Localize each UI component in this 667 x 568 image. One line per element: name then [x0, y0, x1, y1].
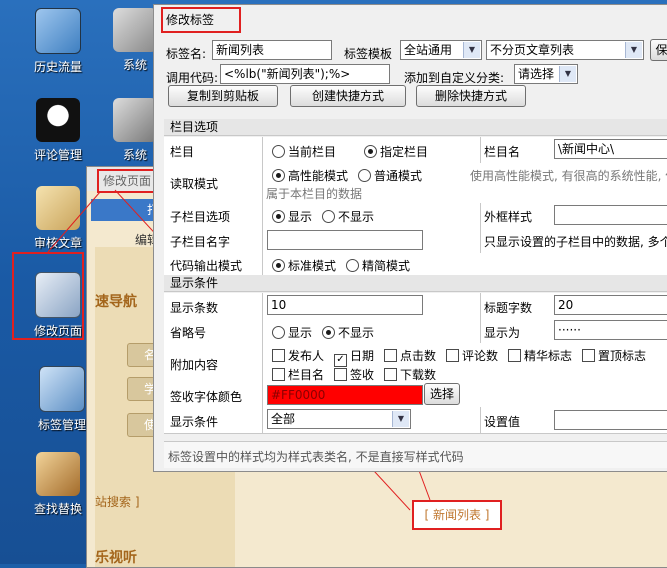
radio-sub-hide[interactable]: 不显示	[322, 208, 374, 225]
read-mode-note-2: 属于本栏目的数据	[266, 187, 363, 201]
copy-clipboard-button[interactable]: 复制到剪贴板	[168, 85, 278, 107]
outer-style-input[interactable]	[554, 205, 667, 225]
chevron-down-icon: ▼	[463, 42, 480, 58]
radio-ellipsis-hide[interactable]: 不显示	[322, 324, 374, 341]
footer-note: 标签设置中的样式均为样式表类名, 不是直接写样式代码	[168, 450, 464, 464]
chevron-down-icon: ▼	[625, 42, 642, 58]
title-chars-input[interactable]: 20	[554, 295, 667, 315]
section-column-options: 栏目选项	[164, 119, 667, 136]
count-label: 显示条数	[170, 301, 219, 315]
output-mode-label: 代码输出模式	[170, 259, 243, 273]
show-as-input[interactable]: ······	[554, 320, 667, 340]
display-condition-select[interactable]: 全部 ▼	[267, 409, 411, 429]
custom-category-select[interactable]: 请选择 ▼	[514, 64, 578, 84]
check-publisher[interactable]: 发布人	[272, 347, 324, 364]
ellipsis-label: 省略号	[170, 326, 207, 340]
callout-line-icon	[47, 191, 101, 253]
sub-column-note: 只显示设置的子栏目中的数据, 多个	[484, 235, 667, 249]
template-label: 标签模板	[344, 47, 393, 61]
column-name-label: 栏目名	[484, 145, 521, 159]
chevron-down-icon: ▼	[559, 66, 576, 82]
create-shortcut-button[interactable]: 创建快捷方式	[290, 85, 406, 107]
grid-divider	[480, 203, 481, 253]
check-date[interactable]: ✓ 日期	[334, 347, 374, 367]
radio-standard-mode[interactable]: 标准模式	[272, 257, 336, 274]
outer-style-label: 外框样式	[484, 210, 533, 224]
template-select[interactable]: 全站通用 ▼	[400, 40, 482, 60]
read-mode-label: 读取模式	[170, 177, 219, 191]
display-condition-label: 显示条件	[170, 415, 219, 429]
radio-normal-mode[interactable]: 普通模式	[358, 167, 422, 184]
callout-tag-label: [ 新闻列表 ]	[412, 500, 502, 530]
show-as-label: 显示为	[484, 326, 521, 340]
tag-name-input[interactable]: 新闻列表	[212, 40, 332, 60]
sub-column-name-label: 子栏目名字	[170, 235, 231, 249]
grid-divider	[262, 137, 263, 275]
title-chars-label: 标题字数	[484, 301, 533, 315]
grid-divider	[480, 137, 481, 163]
sign-color-label: 签收字体颜色	[170, 390, 243, 404]
check-top[interactable]: 置顶标志	[582, 347, 646, 364]
section-display-conditions: 显示条件	[164, 275, 667, 292]
grid-divider	[262, 293, 263, 433]
chevron-down-icon: ▼	[392, 411, 409, 427]
radio-ellipsis-show[interactable]: 显示	[272, 324, 312, 341]
sub-column-name-input[interactable]	[267, 230, 423, 250]
column-label: 栏目	[170, 145, 195, 159]
call-code-input[interactable]: <%lb("新闻列表");%>	[220, 64, 390, 84]
radio-high-performance[interactable]: 高性能模式	[272, 167, 348, 184]
check-column-name[interactable]: 栏目名	[272, 366, 324, 383]
desktop: 历史流量 系统 评论管理 系统 审核文章 修改页面 标签管理 查找替换 修改页面…	[0, 0, 667, 568]
radio-sub-show[interactable]: 显示	[272, 208, 312, 225]
tag-name-label: 标签名:	[166, 47, 207, 61]
read-mode-note: 使用高性能模式, 有很高的系统性能, 但	[470, 169, 667, 183]
footer-bar: 标签设置中的样式均为样式表类名, 不是直接写样式代码	[164, 441, 667, 468]
radio-specified-column[interactable]: 指定栏目	[364, 143, 428, 160]
radio-current-column[interactable]: 当前栏目	[272, 143, 336, 160]
save-button[interactable]: 保	[650, 39, 667, 61]
set-value-label: 设置值	[484, 415, 521, 429]
highlight-dialog-title	[161, 7, 241, 33]
column-name-input[interactable]: \新闻中心\	[554, 139, 667, 159]
sub-column-label: 子栏目选项	[170, 210, 231, 224]
custom-category-label: 添加到自定义分类:	[404, 71, 505, 85]
check-sign[interactable]: 签收	[334, 366, 374, 383]
grid-divider	[480, 407, 481, 433]
template2-select[interactable]: 不分页文章列表 ▼	[486, 40, 644, 60]
call-code-label: 调用代码:	[166, 71, 219, 85]
radio-simple-mode[interactable]: 精简模式	[346, 257, 410, 274]
grid-divider	[480, 293, 481, 343]
delete-shortcut-button[interactable]: 删除快捷方式	[416, 85, 526, 107]
set-value-input[interactable]	[554, 410, 667, 430]
sign-color-input[interactable]: #FF0000	[267, 385, 423, 405]
check-downloads[interactable]: 下载数	[384, 366, 436, 383]
choose-color-button[interactable]: 选择	[424, 383, 460, 405]
check-featured[interactable]: 精华标志	[508, 347, 572, 364]
check-clicks[interactable]: 点击数	[384, 347, 436, 364]
edit-tag-dialog: 修改标签 标签名: 新闻列表 标签模板 全站通用 ▼ 不分页文章列表 ▼ 保 调用代…	[153, 4, 667, 472]
check-comments[interactable]: 评论数	[446, 347, 498, 364]
attach-label: 附加内容	[170, 358, 219, 372]
count-input[interactable]: 10	[267, 295, 423, 315]
